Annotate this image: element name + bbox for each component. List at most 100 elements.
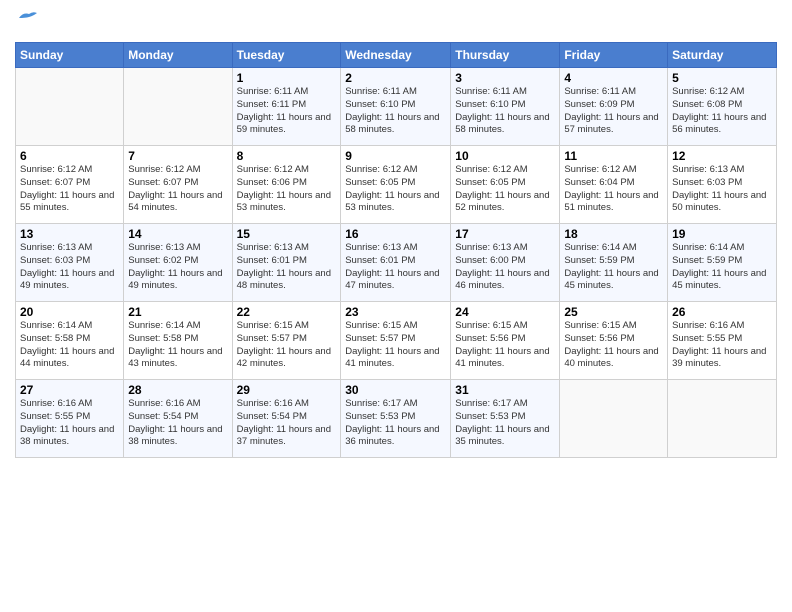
day-number: 23	[345, 305, 446, 319]
day-number: 2	[345, 71, 446, 85]
calendar-cell	[16, 68, 124, 146]
day-info: Sunrise: 6:17 AM Sunset: 5:53 PM Dayligh…	[345, 398, 446, 449]
calendar-cell: 16Sunrise: 6:13 AM Sunset: 6:01 PM Dayli…	[341, 224, 451, 302]
calendar-cell: 30Sunrise: 6:17 AM Sunset: 5:53 PM Dayli…	[341, 380, 451, 458]
calendar-week-row: 20 Sunrise: 6:14 AM Sunset: 5:58 PM Dayli…	[16, 302, 777, 380]
calendar-cell: 28Sunrise: 6:16 AM Sunset: 5:54 PM Dayli…	[124, 380, 232, 458]
day-info: Sunrise: 6:15 AM Sunset: 5:56 PM Dayligh…	[455, 320, 555, 371]
day-number: 21	[128, 305, 227, 319]
calendar-cell: 2Sunrise: 6:11 AM Sunset: 6:10 PM Daylig…	[341, 68, 451, 146]
day-number: 11	[564, 149, 663, 163]
day-info: Sunrise: 6:14 AM Sunset: 5:58 PM Dayligh…	[128, 320, 227, 371]
calendar-cell: 31Sunrise: 6:17 AM Sunset: 5:53 PM Dayli…	[451, 380, 560, 458]
day-info: Sunrise: 6:17 AM Sunset: 5:53 PM Dayligh…	[455, 398, 555, 449]
calendar-cell: 5Sunrise: 6:12 AM Sunset: 6:08 PM Daylig…	[668, 68, 777, 146]
day-number: 6	[20, 149, 119, 163]
calendar-cell: 9Sunrise: 6:12 AM Sunset: 6:05 PM Daylig…	[341, 146, 451, 224]
calendar-header-wednesday: Wednesday	[341, 43, 451, 68]
calendar-cell: 8Sunrise: 6:12 AM Sunset: 6:06 PM Daylig…	[232, 146, 341, 224]
calendar-week-row: 27Sunrise: 6:16 AM Sunset: 5:55 PM Dayli…	[16, 380, 777, 458]
day-info: Sunrise: 6:12 AM Sunset: 6:07 PM Dayligh…	[20, 164, 119, 215]
calendar-table: SundayMondayTuesdayWednesdayThursdayFrid…	[15, 42, 777, 458]
calendar-week-row: 6Sunrise: 6:12 AM Sunset: 6:07 PM Daylig…	[16, 146, 777, 224]
day-info: Sunrise: 6:11 AM Sunset: 6:10 PM Dayligh…	[455, 86, 555, 137]
calendar-cell: 17Sunrise: 6:13 AM Sunset: 6:00 PM Dayli…	[451, 224, 560, 302]
calendar-cell	[124, 68, 232, 146]
calendar-cell: 23Sunrise: 6:15 AM Sunset: 5:57 PM Dayli…	[341, 302, 451, 380]
day-info: Sunrise: 6:15 AM Sunset: 5:57 PM Dayligh…	[237, 320, 337, 371]
calendar-header-tuesday: Tuesday	[232, 43, 341, 68]
day-number: 1	[237, 71, 337, 85]
calendar-cell: 14Sunrise: 6:13 AM Sunset: 6:02 PM Dayli…	[124, 224, 232, 302]
day-number: 26	[672, 305, 772, 319]
calendar-cell: 26Sunrise: 6:16 AM Sunset: 5:55 PM Dayli…	[668, 302, 777, 380]
day-info: Sunrise: 6:13 AM Sunset: 6:02 PM Dayligh…	[128, 242, 227, 293]
day-number: 5	[672, 71, 772, 85]
page-container: SundayMondayTuesdayWednesdayThursdayFrid…	[0, 0, 792, 468]
calendar-header-monday: Monday	[124, 43, 232, 68]
calendar-header-friday: Friday	[560, 43, 668, 68]
day-number: 12	[672, 149, 772, 163]
day-number: 16	[345, 227, 446, 241]
day-info: Sunrise: 6:14 AM Sunset: 5:59 PM Dayligh…	[672, 242, 772, 293]
day-info: Sunrise: 6:16 AM Sunset: 5:54 PM Dayligh…	[237, 398, 337, 449]
calendar-cell: 20Sunrise: 6:14 AM Sunset: 5:58 PM Dayli…	[16, 302, 124, 380]
day-number: 17	[455, 227, 555, 241]
day-number: 3	[455, 71, 555, 85]
calendar-cell: 6Sunrise: 6:12 AM Sunset: 6:07 PM Daylig…	[16, 146, 124, 224]
calendar-cell: 19Sunrise: 6:14 AM Sunset: 5:59 PM Dayli…	[668, 224, 777, 302]
day-info: Sunrise: 6:14 AM Sunset: 5:59 PM Dayligh…	[564, 242, 663, 293]
calendar-cell: 11Sunrise: 6:12 AM Sunset: 6:04 PM Dayli…	[560, 146, 668, 224]
day-info: Sunrise: 6:16 AM Sunset: 5:55 PM Dayligh…	[20, 398, 119, 449]
calendar-cell	[668, 380, 777, 458]
day-number: 8	[237, 149, 337, 163]
calendar-cell: 1Sunrise: 6:11 AM Sunset: 6:11 PM Daylig…	[232, 68, 341, 146]
day-info: Sunrise: 6:16 AM Sunset: 5:55 PM Dayligh…	[672, 320, 772, 371]
header	[15, 10, 777, 34]
calendar-cell: 15Sunrise: 6:13 AM Sunset: 6:01 PM Dayli…	[232, 224, 341, 302]
calendar-cell: 27Sunrise: 6:16 AM Sunset: 5:55 PM Dayli…	[16, 380, 124, 458]
day-info: Sunrise: 6:11 AM Sunset: 6:11 PM Dayligh…	[237, 86, 337, 137]
calendar-header-thursday: Thursday	[451, 43, 560, 68]
day-info: Sunrise: 6:13 AM Sunset: 6:03 PM Dayligh…	[672, 164, 772, 215]
day-info: Sunrise: 6:13 AM Sunset: 6:03 PM Dayligh…	[20, 242, 119, 293]
calendar-cell: 10Sunrise: 6:12 AM Sunset: 6:05 PM Dayli…	[451, 146, 560, 224]
day-number: 10	[455, 149, 555, 163]
calendar-week-row: 1Sunrise: 6:11 AM Sunset: 6:11 PM Daylig…	[16, 68, 777, 146]
day-number: 29	[237, 383, 337, 397]
calendar-cell: 3Sunrise: 6:11 AM Sunset: 6:10 PM Daylig…	[451, 68, 560, 146]
day-number: 19	[672, 227, 772, 241]
day-number: 20	[20, 305, 119, 319]
logo	[15, 10, 39, 34]
calendar-cell: 25Sunrise: 6:15 AM Sunset: 5:56 PM Dayli…	[560, 302, 668, 380]
calendar-cell: 21Sunrise: 6:14 AM Sunset: 5:58 PM Dayli…	[124, 302, 232, 380]
day-number: 22	[237, 305, 337, 319]
calendar-cell: 22Sunrise: 6:15 AM Sunset: 5:57 PM Dayli…	[232, 302, 341, 380]
day-info: Sunrise: 6:15 AM Sunset: 5:57 PM Dayligh…	[345, 320, 446, 371]
calendar-cell: 24Sunrise: 6:15 AM Sunset: 5:56 PM Dayli…	[451, 302, 560, 380]
day-info: Sunrise: 6:11 AM Sunset: 6:10 PM Dayligh…	[345, 86, 446, 137]
day-number: 14	[128, 227, 227, 241]
calendar-cell: 12Sunrise: 6:13 AM Sunset: 6:03 PM Dayli…	[668, 146, 777, 224]
day-number: 18	[564, 227, 663, 241]
day-number: 9	[345, 149, 446, 163]
calendar-cell	[560, 380, 668, 458]
day-number: 15	[237, 227, 337, 241]
day-number: 25	[564, 305, 663, 319]
day-number: 30	[345, 383, 446, 397]
calendar-week-row: 13Sunrise: 6:13 AM Sunset: 6:03 PM Dayli…	[16, 224, 777, 302]
day-number: 31	[455, 383, 555, 397]
day-info: Sunrise: 6:13 AM Sunset: 6:01 PM Dayligh…	[345, 242, 446, 293]
day-info: Sunrise: 6:15 AM Sunset: 5:56 PM Dayligh…	[564, 320, 663, 371]
calendar-cell: 18Sunrise: 6:14 AM Sunset: 5:59 PM Dayli…	[560, 224, 668, 302]
day-number: 24	[455, 305, 555, 319]
day-info: Sunrise: 6:11 AM Sunset: 6:09 PM Dayligh…	[564, 86, 663, 137]
calendar-header-sunday: Sunday	[16, 43, 124, 68]
calendar-cell: 4Sunrise: 6:11 AM Sunset: 6:09 PM Daylig…	[560, 68, 668, 146]
calendar-header-row: SundayMondayTuesdayWednesdayThursdayFrid…	[16, 43, 777, 68]
calendar-cell: 29Sunrise: 6:16 AM Sunset: 5:54 PM Dayli…	[232, 380, 341, 458]
day-info: Sunrise: 6:16 AM Sunset: 5:54 PM Dayligh…	[128, 398, 227, 449]
day-number: 27	[20, 383, 119, 397]
day-info: Sunrise: 6:13 AM Sunset: 6:00 PM Dayligh…	[455, 242, 555, 293]
day-info: Sunrise: 6:12 AM Sunset: 6:08 PM Dayligh…	[672, 86, 772, 137]
